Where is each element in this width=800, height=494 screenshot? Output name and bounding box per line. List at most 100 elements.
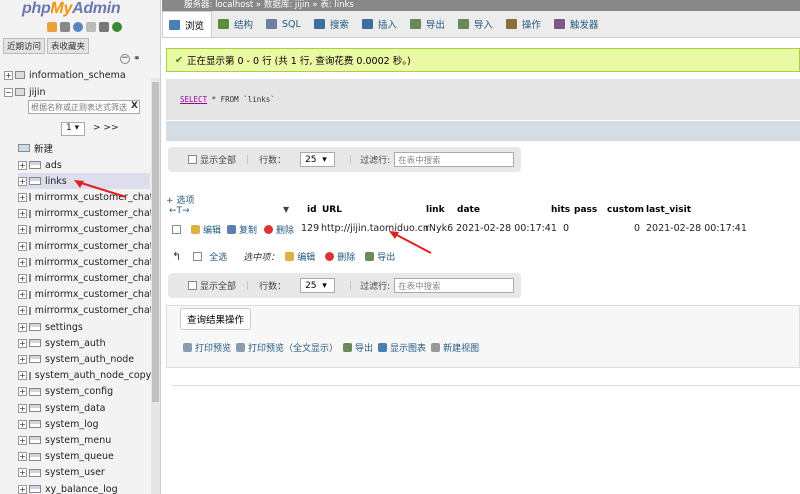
sidebar-table-system-queue[interactable]: + system_queue — [18, 449, 150, 465]
options-link[interactable]: + 选项 — [166, 193, 194, 206]
bulk-edit-link[interactable]: 编辑 — [285, 250, 315, 263]
sidebar-table-system-menu[interactable]: + system_menu — [18, 432, 150, 448]
expand-icon[interactable]: + — [18, 468, 27, 478]
expand-icon[interactable]: + — [18, 176, 27, 186]
cell-hits[interactable]: 0 — [563, 223, 569, 234]
sidebar-table-mirrormx-customer-chat[interactable]: + mirrormx_customer_chat — [18, 222, 154, 238]
print-full-link[interactable]: 打印预览（全文显示） — [236, 341, 338, 354]
logout-icon[interactable] — [60, 22, 70, 32]
tab-import[interactable]: 导入 — [452, 11, 500, 37]
settings-icon[interactable] — [99, 22, 109, 32]
show-chart-link[interactable]: 显示图表 — [378, 341, 426, 354]
filter-rows-input[interactable]: 在表中搜索 — [394, 278, 515, 293]
tab-search[interactable]: 搜索 — [308, 11, 356, 37]
sidebar-table-xy-balance-log[interactable]: + xy_balance_log — [18, 481, 150, 494]
column-resize-arrows[interactable]: ←T→ — [169, 206, 190, 216]
create-view-link[interactable]: 新建视图 — [431, 341, 479, 354]
export-link[interactable]: 导出 — [343, 341, 373, 354]
cell-last-visit[interactable]: 2021-02-28 00:17:41 — [646, 223, 747, 234]
column-header-pass[interactable]: pass — [574, 205, 597, 215]
expand-icon[interactable]: + — [18, 241, 27, 251]
expand-icon[interactable]: + — [18, 273, 27, 283]
expand-icon[interactable]: + — [18, 387, 27, 397]
reload-icon[interactable] — [112, 22, 122, 32]
db-jijin[interactable]: − jijin — [4, 84, 46, 100]
collapse-icon[interactable]: − — [4, 87, 13, 97]
expand-icon[interactable]: + — [18, 435, 27, 445]
tab-insert[interactable]: 插入 — [356, 11, 404, 37]
filter-rows-input[interactable]: 在表中搜索 — [394, 152, 515, 167]
sidebar-table-system-auth-node[interactable]: + system_auth_node — [18, 351, 150, 367]
tab-browse[interactable]: 浏览 — [162, 11, 213, 37]
breadcrumb[interactable]: 服务器: localhost » 数据库: jijin » 表: links — [162, 0, 800, 11]
tab-structure[interactable]: 结构 — [212, 11, 260, 37]
tab-sql[interactable]: SQL — [260, 11, 308, 37]
column-header-custom[interactable]: custom — [607, 205, 644, 215]
sidebar-table-system-user[interactable]: + system_user — [18, 465, 150, 481]
db-information-schema[interactable]: + information_schema — [4, 67, 126, 83]
docs-icon[interactable] — [86, 22, 96, 32]
cell-custom[interactable]: 0 — [634, 223, 640, 234]
row-delete-link[interactable]: 删除 — [264, 223, 294, 236]
tab-recent[interactable]: 近期访问 — [3, 38, 46, 54]
clear-filter-button[interactable]: X — [131, 101, 138, 111]
select-all-checkbox[interactable] — [193, 252, 203, 261]
cell-id[interactable]: 129 — [301, 223, 319, 234]
new-table-link[interactable]: 新建 — [18, 140, 53, 156]
expand-icon[interactable]: + — [18, 419, 27, 429]
expand-icon[interactable]: + — [18, 354, 27, 364]
cell-date[interactable]: 2021-02-28 00:17:41 — [456, 223, 557, 234]
sidebar-table-mirrormx-customer-chat[interactable]: + mirrormx_customer_chat — [18, 270, 154, 286]
sidebar-table-system-log[interactable]: + system_log — [18, 416, 150, 432]
home-icon[interactable] — [47, 22, 57, 32]
column-header-date[interactable]: date — [457, 205, 480, 215]
link-icon[interactable]: ⚭ — [133, 54, 141, 64]
column-header-hits[interactable]: hits — [551, 205, 570, 215]
expand-icon[interactable]: + — [18, 403, 27, 413]
sidebar-table-ads[interactable]: + ads — [18, 157, 150, 173]
sidebar-table-mirrormx-customer-chat[interactable]: + mirrormx_customer_chat — [18, 254, 154, 270]
table-filter-input[interactable]: 根据名称或正则表达式筛选 — [28, 100, 140, 114]
expand-icon[interactable]: + — [18, 209, 27, 219]
tab-favorites[interactable]: 表收藏夹 — [47, 38, 90, 54]
sidebar-table-mirrormx-customer-chat[interactable]: + mirrormx_customer_chat — [18, 238, 154, 254]
expand-icon[interactable]: + — [4, 70, 13, 80]
column-header-link[interactable]: link — [426, 205, 445, 215]
sort-arrow-icon[interactable]: ▼ — [283, 205, 289, 214]
sidebar-table-settings[interactable]: + settings — [18, 319, 150, 335]
sidebar-table-mirrormx-customer-chat[interactable]: + mirrormx_customer_chat — [18, 287, 154, 303]
expand-icon[interactable]: + — [18, 257, 27, 267]
column-header-last-visit[interactable]: last_visit — [646, 205, 691, 215]
sidebar-table-mirrormx-customer-chat[interactable]: + mirrormx_customer_chat — [18, 206, 154, 222]
collapse-all-icon[interactable]: − — [120, 54, 130, 64]
row-checkbox[interactable] — [172, 225, 181, 234]
expand-icon[interactable]: + — [18, 290, 27, 300]
select-all-label[interactable]: 全选 — [209, 250, 227, 263]
show-all-checkbox[interactable] — [188, 155, 197, 164]
expand-icon[interactable]: + — [18, 192, 27, 202]
expand-icon[interactable]: + — [18, 452, 27, 462]
sidebar-table-system-auth[interactable]: + system_auth — [18, 335, 150, 351]
tab-triggers[interactable]: 触发器 — [548, 11, 606, 37]
expand-icon[interactable]: + — [18, 225, 27, 235]
expand-icon[interactable]: + — [18, 338, 27, 348]
row-edit-link[interactable]: 编辑 — [191, 223, 221, 236]
expand-icon[interactable]: + — [18, 306, 27, 316]
bulk-delete-link[interactable]: 删除 — [325, 250, 355, 263]
print-preview-link[interactable]: 打印预览 — [183, 341, 231, 354]
tab-export[interactable]: 导出 — [404, 11, 452, 37]
expand-icon[interactable]: + — [18, 484, 27, 494]
sidebar-table-system-data[interactable]: + system_data — [18, 400, 150, 416]
nav-scrollbar-thumb[interactable] — [152, 82, 159, 402]
sql-query-text[interactable]: SELECT * FROM `links` — [180, 95, 275, 104]
column-header-url[interactable]: URL — [322, 205, 342, 215]
next-page-link[interactable]: > >> — [93, 123, 118, 133]
column-header-id[interactable]: id — [307, 205, 317, 215]
expand-icon[interactable]: + — [18, 371, 27, 381]
sidebar-table-system-auth-node-copy[interactable]: + system_auth_node_copy — [18, 368, 151, 384]
show-all-checkbox[interactable] — [188, 281, 197, 290]
row-copy-link[interactable]: 复制 — [227, 223, 257, 236]
rows-select[interactable]: 25 ▾ — [300, 278, 336, 293]
rows-select[interactable]: 25 ▾ — [300, 152, 336, 167]
page-select[interactable]: 1 ▾ — [61, 122, 85, 136]
